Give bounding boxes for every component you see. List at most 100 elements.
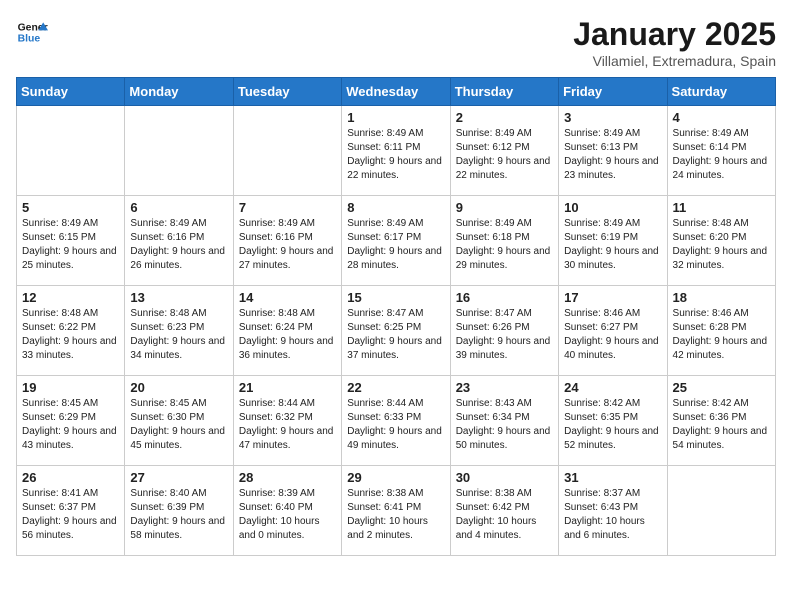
cell-week1-day6: 11Sunrise: 8:48 AM Sunset: 6:20 PM Dayli…	[667, 196, 775, 286]
cell-week3-day2: 21 Sunrise: 8:44 AM Sunset: 6:32 PM Dayli…	[233, 376, 341, 466]
cell-week2-day1: 13 Sunrise: 8:48 AM Sunset: 6:23 PM Dayli…	[125, 286, 233, 376]
cell-week0-day1	[125, 106, 233, 196]
cell-week2-day4: 16 Sunrise: 8:47 AM Sunset: 6:26 PM Dayli…	[450, 286, 558, 376]
day-info: Sunrise: 8:41 AM Sunset: 6:37 PM Dayligh…	[22, 487, 119, 543]
cell-week3-day6: 25 Sunrise: 8:42 AM Sunset: 6:36 PM Dayli…	[667, 376, 775, 466]
cell-week0-day4: 2 Sunrise: 8:49 AM Sunset: 6:12 PM Daylig…	[450, 106, 558, 196]
day-number: 19	[22, 380, 119, 395]
day-number: 27	[130, 470, 227, 485]
cell-week2-day3: 15 Sunrise: 8:47 AM Sunset: 6:25 PM Dayli…	[342, 286, 450, 376]
day-number: 11	[673, 200, 770, 215]
cell-week3-day4: 23Sunrise: 8:43 AM Sunset: 6:34 PM Dayli…	[450, 376, 558, 466]
day-number: 25	[673, 380, 770, 395]
cell-week2-day2: 14 Sunrise: 8:48 AM Sunset: 6:24 PM Dayli…	[233, 286, 341, 376]
header-friday: Friday	[559, 78, 667, 106]
day-number: 28	[239, 470, 336, 485]
day-info: Sunrise: 8:49 AM Sunset: 6:19 PM Dayligh…	[564, 217, 661, 273]
cell-week1-day0: 5Sunrise: 8:49 AM Sunset: 6:15 PM Daylig…	[17, 196, 125, 286]
day-number: 14	[239, 290, 336, 305]
day-info: Sunrise: 8:49 AM Sunset: 6:11 PM Dayligh…	[347, 127, 444, 183]
cell-week4-day3: 29 Sunrise: 8:38 AM Sunset: 6:41 PM Dayli…	[342, 466, 450, 556]
day-number: 16	[456, 290, 553, 305]
day-info: Sunrise: 8:45 AM Sunset: 6:29 PM Dayligh…	[22, 397, 119, 453]
day-number: 7	[239, 200, 336, 215]
day-info: Sunrise: 8:49 AM Sunset: 6:15 PM Dayligh…	[22, 217, 119, 273]
day-number: 12	[22, 290, 119, 305]
day-info: Sunrise: 8:37 AM Sunset: 6:43 PM Dayligh…	[564, 487, 661, 543]
day-number: 30	[456, 470, 553, 485]
calendar-table: SundayMondayTuesdayWednesdayThursdayFrid…	[16, 77, 776, 556]
day-number: 15	[347, 290, 444, 305]
svg-text:Blue: Blue	[18, 34, 41, 45]
day-number: 4	[673, 110, 770, 125]
header-monday: Monday	[125, 78, 233, 106]
header-row: SundayMondayTuesdayWednesdayThursdayFrid…	[17, 78, 776, 106]
header-tuesday: Tuesday	[233, 78, 341, 106]
header-thursday: Thursday	[450, 78, 558, 106]
day-number: 1	[347, 110, 444, 125]
logo: General Blue	[16, 16, 48, 48]
cell-week4-day5: 31 Sunrise: 8:37 AM Sunset: 6:43 PM Dayli…	[559, 466, 667, 556]
logo-icon: General Blue	[16, 16, 48, 48]
day-info: Sunrise: 8:49 AM Sunset: 6:12 PM Dayligh…	[456, 127, 553, 183]
day-info: Sunrise: 8:44 AM Sunset: 6:32 PM Dayligh…	[239, 397, 336, 453]
calendar-subtitle: Villamiel, Extremadura, Spain	[573, 53, 776, 69]
day-info: Sunrise: 8:47 AM Sunset: 6:26 PM Dayligh…	[456, 307, 553, 363]
day-number: 29	[347, 470, 444, 485]
cell-week2-day0: 12 Sunrise: 8:48 AM Sunset: 6:22 PM Dayli…	[17, 286, 125, 376]
week-row-0: 1 Sunrise: 8:49 AM Sunset: 6:11 PM Daylig…	[17, 106, 776, 196]
title-section: January 2025 Villamiel, Extremadura, Spa…	[573, 16, 776, 69]
cell-week2-day6: 18Sunrise: 8:46 AM Sunset: 6:28 PM Dayli…	[667, 286, 775, 376]
day-number: 31	[564, 470, 661, 485]
header-wednesday: Wednesday	[342, 78, 450, 106]
cell-week1-day1: 6 Sunrise: 8:49 AM Sunset: 6:16 PM Daylig…	[125, 196, 233, 286]
header-sunday: Sunday	[17, 78, 125, 106]
day-info: Sunrise: 8:42 AM Sunset: 6:35 PM Dayligh…	[564, 397, 661, 453]
cell-week2-day5: 17Sunrise: 8:46 AM Sunset: 6:27 PM Dayli…	[559, 286, 667, 376]
week-row-3: 19 Sunrise: 8:45 AM Sunset: 6:29 PM Dayli…	[17, 376, 776, 466]
cell-week0-day2	[233, 106, 341, 196]
day-number: 6	[130, 200, 227, 215]
day-number: 13	[130, 290, 227, 305]
day-number: 3	[564, 110, 661, 125]
day-number: 26	[22, 470, 119, 485]
cell-week4-day4: 30 Sunrise: 8:38 AM Sunset: 6:42 PM Dayli…	[450, 466, 558, 556]
cell-week4-day0: 26 Sunrise: 8:41 AM Sunset: 6:37 PM Dayli…	[17, 466, 125, 556]
day-number: 8	[347, 200, 444, 215]
day-info: Sunrise: 8:47 AM Sunset: 6:25 PM Dayligh…	[347, 307, 444, 363]
cell-week4-day1: 27Sunrise: 8:40 AM Sunset: 6:39 PM Dayli…	[125, 466, 233, 556]
day-info: Sunrise: 8:49 AM Sunset: 6:14 PM Dayligh…	[673, 127, 770, 183]
day-info: Sunrise: 8:48 AM Sunset: 6:23 PM Dayligh…	[130, 307, 227, 363]
week-row-1: 5Sunrise: 8:49 AM Sunset: 6:15 PM Daylig…	[17, 196, 776, 286]
day-info: Sunrise: 8:38 AM Sunset: 6:41 PM Dayligh…	[347, 487, 444, 543]
day-info: Sunrise: 8:48 AM Sunset: 6:24 PM Dayligh…	[239, 307, 336, 363]
day-info: Sunrise: 8:42 AM Sunset: 6:36 PM Dayligh…	[673, 397, 770, 453]
week-row-4: 26 Sunrise: 8:41 AM Sunset: 6:37 PM Dayli…	[17, 466, 776, 556]
day-info: Sunrise: 8:49 AM Sunset: 6:17 PM Dayligh…	[347, 217, 444, 273]
calendar-title: January 2025	[573, 16, 776, 53]
day-info: Sunrise: 8:44 AM Sunset: 6:33 PM Dayligh…	[347, 397, 444, 453]
day-number: 22	[347, 380, 444, 395]
cell-week3-day0: 19 Sunrise: 8:45 AM Sunset: 6:29 PM Dayli…	[17, 376, 125, 466]
day-number: 21	[239, 380, 336, 395]
cell-week4-day2: 28Sunrise: 8:39 AM Sunset: 6:40 PM Dayli…	[233, 466, 341, 556]
cell-week1-day4: 9Sunrise: 8:49 AM Sunset: 6:18 PM Daylig…	[450, 196, 558, 286]
day-info: Sunrise: 8:46 AM Sunset: 6:27 PM Dayligh…	[564, 307, 661, 363]
day-info: Sunrise: 8:49 AM Sunset: 6:16 PM Dayligh…	[130, 217, 227, 273]
cell-week0-day0	[17, 106, 125, 196]
day-number: 2	[456, 110, 553, 125]
cell-week4-day6	[667, 466, 775, 556]
day-info: Sunrise: 8:38 AM Sunset: 6:42 PM Dayligh…	[456, 487, 553, 543]
day-info: Sunrise: 8:49 AM Sunset: 6:18 PM Dayligh…	[456, 217, 553, 273]
day-number: 24	[564, 380, 661, 395]
cell-week1-day5: 10 Sunrise: 8:49 AM Sunset: 6:19 PM Dayli…	[559, 196, 667, 286]
cell-week3-day3: 22 Sunrise: 8:44 AM Sunset: 6:33 PM Dayli…	[342, 376, 450, 466]
day-number: 10	[564, 200, 661, 215]
day-info: Sunrise: 8:45 AM Sunset: 6:30 PM Dayligh…	[130, 397, 227, 453]
day-info: Sunrise: 8:43 AM Sunset: 6:34 PM Dayligh…	[456, 397, 553, 453]
day-info: Sunrise: 8:48 AM Sunset: 6:22 PM Dayligh…	[22, 307, 119, 363]
cell-week3-day5: 24 Sunrise: 8:42 AM Sunset: 6:35 PM Dayli…	[559, 376, 667, 466]
cell-week0-day5: 3 Sunrise: 8:49 AM Sunset: 6:13 PM Daylig…	[559, 106, 667, 196]
day-info: Sunrise: 8:49 AM Sunset: 6:13 PM Dayligh…	[564, 127, 661, 183]
cell-week3-day1: 20Sunrise: 8:45 AM Sunset: 6:30 PM Dayli…	[125, 376, 233, 466]
